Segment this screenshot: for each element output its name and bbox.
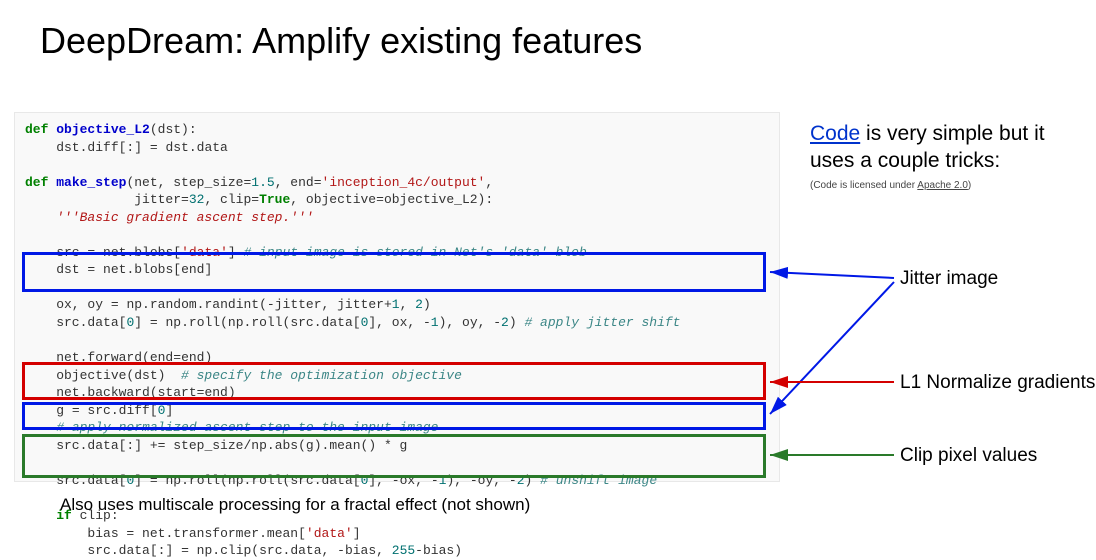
- rhs-description: Code is very simple but it uses a couple…: [810, 120, 1080, 192]
- op: =: [314, 175, 322, 190]
- number: 32: [189, 192, 205, 207]
- code-text: jitter: [25, 192, 181, 207]
- number: 2: [415, 297, 423, 312]
- footer-note: Also uses multiscale processing for a fr…: [60, 495, 530, 515]
- number: 2: [501, 315, 509, 330]
- code-text: data[: [322, 315, 361, 330]
- code-text: objective_L2):: [384, 192, 493, 207]
- number: 1: [431, 315, 439, 330]
- highlight-box-jitter: [22, 252, 766, 292]
- op: -: [423, 315, 431, 330]
- code-text: ,: [400, 297, 416, 312]
- comment: # apply jitter shift: [524, 315, 680, 330]
- docstring: '''Basic gradient ascent step.''': [25, 210, 314, 225]
- license-suffix: ): [968, 180, 971, 191]
- code-text: bias,: [345, 543, 392, 558]
- code-text: random: [150, 297, 197, 312]
- code-text: roll(src: [251, 315, 313, 330]
- code-text: dst.data: [158, 140, 228, 155]
- kw-def: def: [25, 122, 56, 137]
- code-text: roll(np: [189, 315, 244, 330]
- code-text: ): [423, 297, 431, 312]
- code-text: bias: [25, 526, 126, 541]
- code-text: mean[: [267, 526, 306, 541]
- code-text: np: [119, 297, 142, 312]
- code-text: , objective: [290, 192, 376, 207]
- fn-name: make_step: [56, 175, 126, 190]
- number: 1: [392, 297, 400, 312]
- code-text: transformer: [173, 526, 259, 541]
- kw-def: def: [25, 175, 56, 190]
- code-text: , end: [275, 175, 314, 190]
- op: =: [150, 140, 158, 155]
- op: =: [251, 192, 259, 207]
- dot: .: [314, 315, 322, 330]
- license-prefix: (Code is licensed under: [810, 180, 917, 191]
- code-text: ]: [134, 315, 150, 330]
- code-text: src: [25, 543, 111, 558]
- code-text: data[:]: [119, 543, 181, 558]
- fn-name: objective_L2: [56, 122, 150, 137]
- code-text: ], ox,: [368, 315, 423, 330]
- op: -: [415, 543, 423, 558]
- string: 'inception_4c/output': [322, 175, 486, 190]
- highlight-box-unshift: [22, 402, 766, 430]
- dot: .: [259, 526, 267, 541]
- op: =: [181, 543, 189, 558]
- op: -: [267, 297, 275, 312]
- license-note: (Code is licensed under Apache 2.0): [810, 179, 1080, 192]
- code-text: randint(: [204, 297, 266, 312]
- op: -: [337, 543, 345, 558]
- string: 'data': [306, 526, 353, 541]
- code-text: bias): [423, 543, 462, 558]
- code-text: data[: [87, 315, 126, 330]
- highlight-box-l1: [22, 362, 766, 400]
- code-text: ): [509, 315, 525, 330]
- op: +: [384, 297, 392, 312]
- code-text: np: [189, 543, 212, 558]
- label-l1: L1 Normalize gradients: [900, 372, 1095, 394]
- page-title: DeepDream: Amplify existing features: [40, 20, 642, 62]
- code-text: (net, step_size: [126, 175, 243, 190]
- op: =: [150, 315, 158, 330]
- arrow-jitter-1: [770, 272, 894, 278]
- arrow-jitter-2: [770, 282, 894, 414]
- code-text: data,: [290, 543, 337, 558]
- code-text: dst.diff[:]: [25, 140, 150, 155]
- code-text: ,: [485, 175, 493, 190]
- op: =: [111, 297, 119, 312]
- code-text: clip(src: [220, 543, 282, 558]
- code-text: net: [134, 526, 165, 541]
- dot: .: [111, 543, 119, 558]
- number: 1.5: [251, 175, 274, 190]
- apache-link[interactable]: Apache 2.0: [917, 180, 968, 191]
- dot: .: [181, 315, 189, 330]
- dot: .: [142, 297, 150, 312]
- label-jitter: Jitter image: [900, 268, 998, 290]
- code-text: ox, oy: [25, 297, 111, 312]
- code-text: jitter, jitter: [275, 297, 384, 312]
- dot: .: [212, 543, 220, 558]
- number: 255: [392, 543, 415, 558]
- highlight-box-clip: [22, 434, 766, 478]
- code-link[interactable]: Code: [810, 122, 860, 145]
- op: -: [493, 315, 501, 330]
- label-clip: Clip pixel values: [900, 445, 1037, 467]
- code-text: ]: [353, 526, 361, 541]
- dot: .: [283, 543, 291, 558]
- code-text: src: [25, 315, 80, 330]
- kw-true: True: [259, 192, 290, 207]
- op: =: [181, 192, 189, 207]
- code-text: (dst):: [150, 122, 197, 137]
- code-text: , clip: [204, 192, 251, 207]
- code-text: np: [158, 315, 181, 330]
- code-text: ), oy,: [439, 315, 494, 330]
- op: =: [376, 192, 384, 207]
